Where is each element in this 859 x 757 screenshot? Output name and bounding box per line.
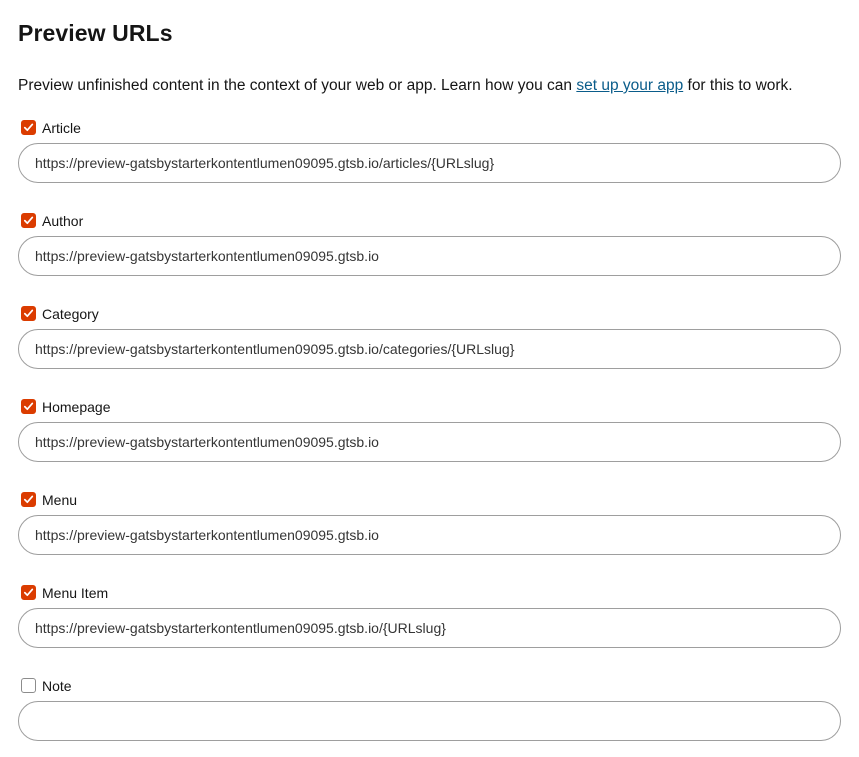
checkbox-menu[interactable] [21, 492, 36, 507]
content-type-row-menu-item: Menu Item [18, 584, 841, 664]
preview-url-input-menu[interactable] [18, 515, 841, 555]
check-icon [23, 309, 34, 318]
content-type-row-article: Article [18, 119, 841, 199]
content-type-label: Category [42, 305, 99, 322]
content-type-row-menu: Menu [18, 491, 841, 571]
content-type-toggle[interactable]: Note [21, 677, 72, 694]
intro-text-after: for this to work. [683, 77, 793, 94]
content-type-row-category: Category [18, 305, 841, 385]
setup-app-link[interactable]: set up your app [576, 77, 683, 94]
content-type-row-author: Author [18, 212, 841, 292]
content-type-row-homepage: Homepage [18, 398, 841, 478]
check-icon [23, 402, 34, 411]
check-icon [23, 495, 34, 504]
content-type-toggle[interactable]: Author [21, 212, 83, 229]
content-type-toggle[interactable]: Article [21, 119, 81, 136]
intro-text: Preview unfinished content in the contex… [18, 77, 793, 95]
checkbox-homepage[interactable] [21, 399, 36, 414]
content-type-toggle[interactable]: Menu Item [21, 584, 108, 601]
content-type-label: Note [42, 677, 72, 694]
content-type-toggle[interactable]: Menu [21, 491, 77, 508]
preview-url-input-category[interactable] [18, 329, 841, 369]
checkbox-menu-item[interactable] [21, 585, 36, 600]
page-title: Preview URLs [18, 20, 173, 46]
content-type-toggle[interactable]: Category [21, 305, 99, 322]
content-type-row-note: Note [18, 677, 841, 757]
checkbox-author[interactable] [21, 213, 36, 228]
checkbox-article[interactable] [21, 120, 36, 135]
content-type-label: Article [42, 119, 81, 136]
preview-url-input-menu-item[interactable] [18, 608, 841, 648]
check-icon [23, 123, 34, 132]
preview-url-input-author[interactable] [18, 236, 841, 276]
content-type-label: Menu Item [42, 584, 109, 601]
preview-url-input-article[interactable] [18, 143, 841, 183]
preview-url-input-note[interactable] [18, 701, 841, 741]
check-icon [23, 216, 34, 225]
content-type-toggle[interactable]: Homepage [21, 398, 111, 415]
checkbox-note[interactable] [21, 678, 36, 693]
intro-text-before: Preview unfinished content in the contex… [18, 77, 577, 94]
content-type-label: Homepage [42, 398, 111, 415]
preview-url-input-homepage[interactable] [18, 422, 841, 462]
content-type-label: Menu [42, 491, 78, 508]
checkbox-category[interactable] [21, 306, 36, 321]
content-type-label: Author [42, 212, 84, 229]
check-icon [23, 588, 34, 597]
